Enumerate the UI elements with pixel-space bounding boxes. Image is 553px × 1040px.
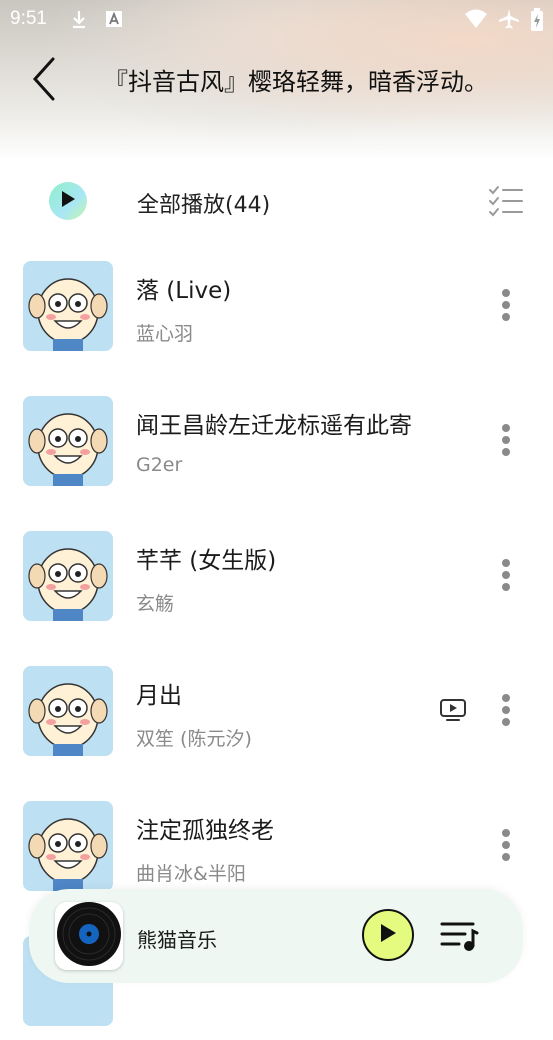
wifi-icon [464,8,488,35]
mini-play-button[interactable] [362,909,414,961]
playlist-header: 9:51 『抖音古风』樱珞轻舞，暗香浮动。 [0,0,553,160]
more-vertical-icon [501,423,511,461]
more-vertical-icon [501,558,511,596]
multi-select-button[interactable] [488,185,524,217]
song-row[interactable]: 月出 双笙 (陈元汐) [0,650,553,770]
song-row[interactable]: 闻王昌龄左迁龙标遥有此寄 G2er [0,380,553,500]
more-vertical-icon [501,693,511,731]
more-options-button[interactable] [492,692,520,732]
header-title-marquee: 『抖音古风』樱珞轻舞，暗香浮动。 [112,64,532,104]
more-options-button[interactable] [492,827,520,867]
song-title: 芊芊 (女生版) [136,548,277,574]
play-all-button[interactable] [49,182,87,220]
more-vertical-icon [501,288,511,326]
mini-player[interactable]: 熊猫音乐 [29,889,523,983]
album-cover [23,531,113,621]
vinyl-record-icon [56,901,122,971]
font-a-icon [104,8,124,35]
song-row[interactable]: 注定孤独终老 曲肖冰&半阳 [0,785,553,905]
song-artist: 双笙 (陈元汐) [136,728,252,750]
album-cover [23,801,113,891]
back-button[interactable] [24,56,64,106]
album-cover [23,666,113,756]
song-row[interactable]: 芊芊 (女生版) 玄觞 [0,515,553,635]
more-options-button[interactable] [492,422,520,462]
mv-video-icon[interactable] [439,698,467,726]
play-icon [60,190,76,212]
status-time: 9:51 [10,8,47,29]
song-title: 落 (Live) [136,278,232,304]
now-playing-title: 熊猫音乐 [137,928,217,952]
song-row[interactable]: 落 (Live) 蓝心羽 [0,245,553,365]
now-playing-cover[interactable] [55,902,123,970]
song-artist: G2er [136,454,183,476]
chevron-left-icon [31,57,57,105]
play-all-label[interactable]: 全部播放(44) [137,187,270,219]
play-all-row[interactable]: 全部播放(44) [0,165,553,235]
more-options-button[interactable] [492,287,520,327]
album-cover [23,396,113,486]
song-title: 注定孤独终老 [136,818,274,844]
status-bar: 9:51 [0,0,553,36]
play-queue-button[interactable] [439,919,479,953]
airplane-icon [498,8,520,35]
album-cover [23,261,113,351]
song-artist: 玄觞 [136,593,175,615]
more-options-button[interactable] [492,557,520,597]
song-title: 月出 [136,683,182,709]
battery-icon [530,8,544,37]
song-title: 闻王昌龄左迁龙标遥有此寄 [136,413,412,439]
page-title: 『抖音古风』樱珞轻舞，暗香浮动。 [112,68,488,96]
download-icon [68,8,90,35]
song-artist: 蓝心羽 [136,323,194,345]
song-artist: 曲肖冰&半阳 [136,863,246,885]
checklist-icon [488,186,524,221]
play-icon [378,922,398,948]
playlist-icon [439,922,479,957]
more-vertical-icon [501,828,511,866]
